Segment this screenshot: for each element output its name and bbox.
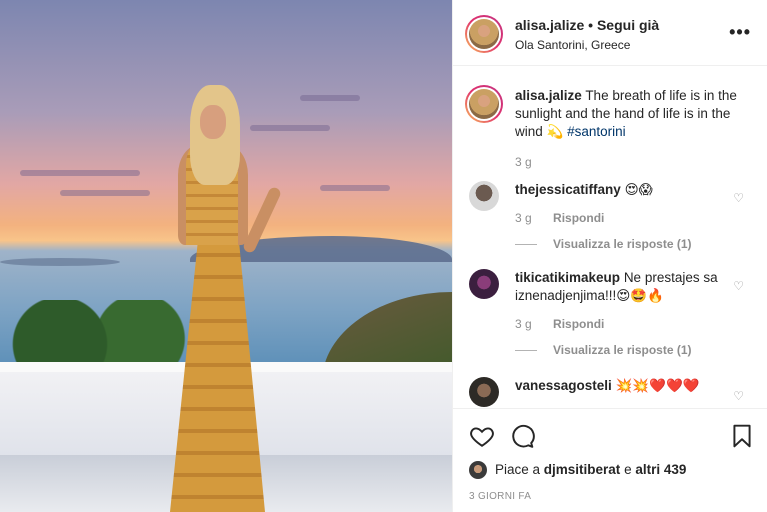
- caption-time[interactable]: 3 g: [515, 155, 532, 169]
- view-replies-button[interactable]: Visualizza le risposte (1): [453, 343, 767, 357]
- like-comment-icon[interactable]: ♡: [733, 387, 744, 405]
- comment-item: thejessicatiffany 😍😱 ♡: [453, 181, 767, 211]
- heart-outline-icon[interactable]: [469, 423, 495, 449]
- comment-meta: 3 g Rispondi: [453, 317, 767, 331]
- post-date[interactable]: 3 GIORNI FA: [469, 491, 531, 502]
- view-replies-button[interactable]: Visualizza le risposte (1): [453, 237, 767, 251]
- caption-meta: 3 g: [453, 155, 767, 169]
- distant-island: [0, 258, 120, 266]
- liker-avatar[interactable]: [469, 461, 487, 480]
- caption-username[interactable]: alisa.jalize: [515, 88, 582, 103]
- more-options-icon[interactable]: •••: [729, 22, 751, 43]
- comment-time[interactable]: 3 g: [515, 211, 532, 225]
- replies-divider-line: [515, 244, 537, 246]
- reply-button[interactable]: Rispondi: [553, 211, 604, 225]
- comment-bubble-icon[interactable]: [509, 423, 535, 449]
- commenter-avatar[interactable]: [469, 377, 499, 407]
- likes-prefix: Piace a: [495, 462, 544, 477]
- caption-avatar[interactable]: [465, 85, 503, 123]
- hashtag-link[interactable]: #santorini: [567, 124, 626, 139]
- location-link[interactable]: Ola Santorini, Greece: [515, 38, 630, 52]
- comment-username[interactable]: tikicatikimakeup: [515, 270, 620, 285]
- view-replies-label: Visualizza le risposte (1): [553, 237, 692, 251]
- sky-cloud: [320, 185, 390, 191]
- like-comment-icon[interactable]: ♡: [733, 277, 744, 295]
- reply-button[interactable]: Rispondi: [553, 317, 604, 331]
- post-photo[interactable]: [0, 0, 452, 512]
- header-username-row: alisa.jalize • Segui già: [515, 17, 659, 33]
- commenter-avatar[interactable]: [469, 269, 499, 299]
- sky-cloud: [60, 190, 150, 196]
- replies-divider-line: [515, 350, 537, 352]
- sky-cloud: [300, 95, 360, 101]
- comment-item: vanessagosteli 💥💥❤️❤️❤️ ♡: [453, 377, 767, 407]
- sky-cloud: [20, 170, 140, 176]
- caption: alisa.jalize The breath of life is in th…: [453, 67, 767, 141]
- bookmark-icon[interactable]: [729, 423, 755, 449]
- commenter-avatar[interactable]: [469, 181, 499, 211]
- post-actions: Piace a djmsitiberat e altri 439 3 GIORN…: [453, 408, 767, 512]
- separator-dot: •: [588, 17, 594, 33]
- comment-item: tikicatikimakeup Ne prestajes sa iznenad…: [453, 269, 767, 305]
- header-username[interactable]: alisa.jalize: [515, 17, 584, 33]
- liker-username[interactable]: djmsitiberat: [544, 462, 621, 477]
- likes-summary: Piace a djmsitiberat e altri 439: [469, 461, 686, 480]
- likes-middle: e: [620, 462, 636, 477]
- post-side-panel: alisa.jalize • Segui già Ola Santorini, …: [452, 0, 767, 512]
- follow-status-button[interactable]: Segui già: [597, 17, 659, 33]
- dress: [170, 235, 265, 512]
- comment-text: 💥💥❤️❤️❤️: [615, 378, 700, 393]
- comments-list[interactable]: alisa.jalize The breath of life is in th…: [453, 67, 767, 407]
- like-comment-icon[interactable]: ♡: [733, 189, 744, 207]
- comment-time[interactable]: 3 g: [515, 317, 532, 331]
- view-replies-label: Visualizza le risposte (1): [553, 343, 692, 357]
- sparkle-emoji: 💫: [546, 124, 564, 139]
- comment-text: 😍😱: [624, 182, 653, 197]
- post-header: alisa.jalize • Segui già Ola Santorini, …: [453, 0, 767, 66]
- profile-avatar[interactable]: [465, 15, 503, 53]
- likes-others-button[interactable]: altri 439: [635, 462, 686, 477]
- woman-figure: [160, 85, 283, 512]
- comment-username[interactable]: vanessagosteli: [515, 378, 612, 393]
- face: [200, 105, 226, 139]
- comment-username[interactable]: thejessicatiffany: [515, 182, 621, 197]
- comment-meta: 3 g Rispondi: [453, 211, 767, 225]
